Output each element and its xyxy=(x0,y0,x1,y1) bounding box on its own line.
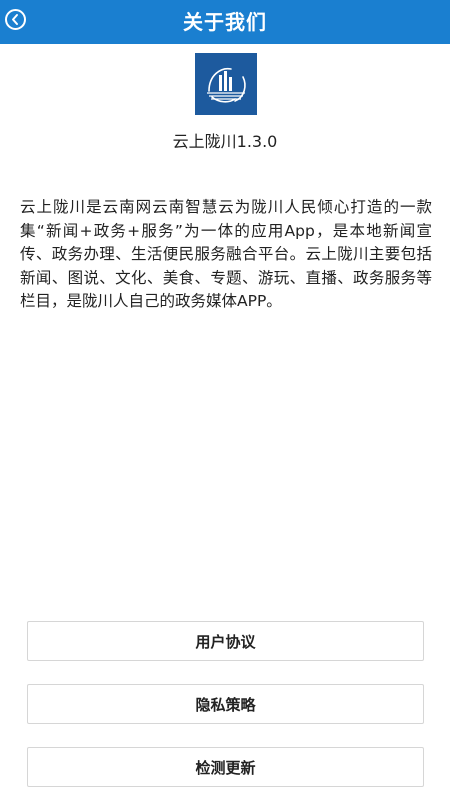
app-description: 云上陇川是云南网云南智慧云为陇川人民倾心打造的一款集“新闻+政务+服务”为一体的… xyxy=(20,198,432,310)
user-agreement-button[interactable]: 用户协议 xyxy=(27,621,424,661)
top-bar: 关于我们 xyxy=(0,0,450,44)
page-title: 关于我们 xyxy=(183,10,267,34)
app-version-label: 云上陇川1.3.0 xyxy=(172,132,278,151)
check-update-button[interactable]: 检测更新 xyxy=(27,747,424,787)
app-logo-icon xyxy=(195,53,257,115)
privacy-policy-button[interactable]: 隐私策略 xyxy=(27,684,424,724)
